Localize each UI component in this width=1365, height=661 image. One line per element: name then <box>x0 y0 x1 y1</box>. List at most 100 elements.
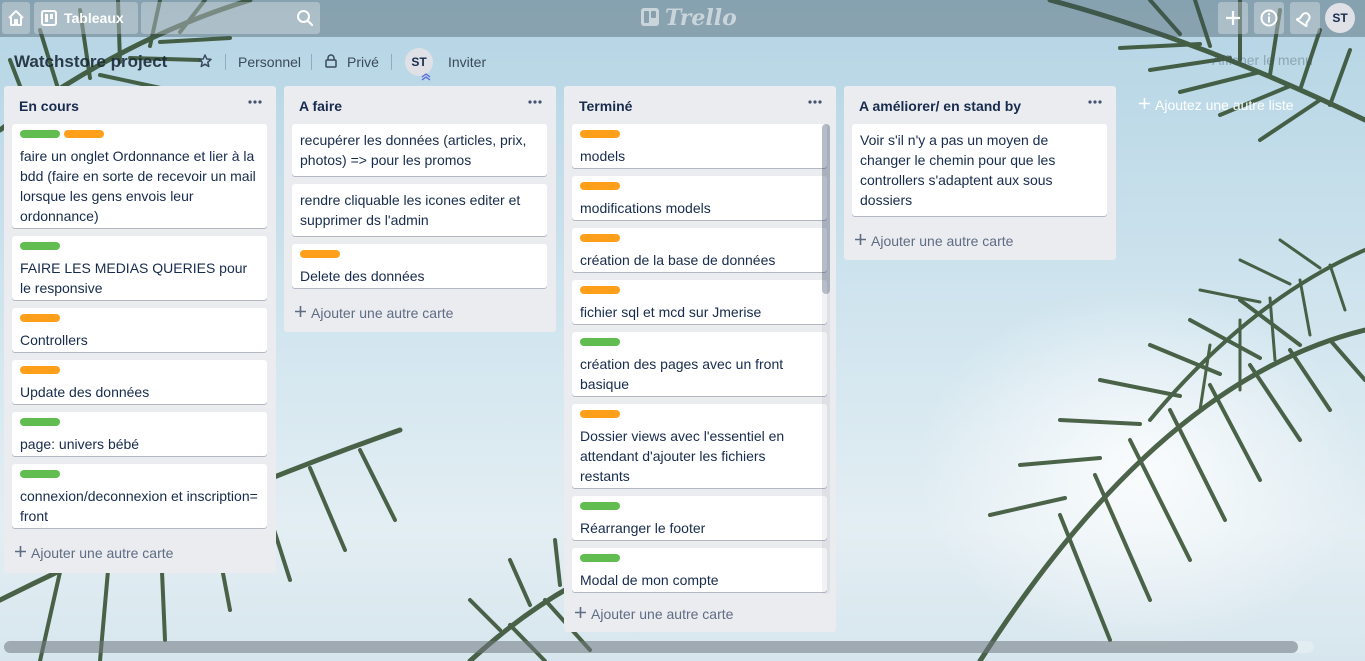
card-labels <box>580 234 819 242</box>
label-green[interactable] <box>20 470 60 478</box>
card-title: Voir s'il n'y a pas un moyen de changer … <box>860 132 1056 208</box>
label-orange[interactable] <box>580 410 620 418</box>
search-icon[interactable] <box>296 9 314 30</box>
card[interactable]: FAIRE LES MEDIAS QUERIES pour le respons… <box>12 236 267 300</box>
list-title[interactable]: En cours <box>19 98 79 114</box>
card-title: Dossier views avec l'essentiel en attend… <box>580 428 785 484</box>
add-card-button[interactable]: Ajouter une autre carte <box>854 233 1013 249</box>
list-menu-icon[interactable] <box>524 91 546 113</box>
card[interactable]: modifications models <box>572 176 827 220</box>
card-labels <box>20 130 259 138</box>
card[interactable]: Réarranger le footer <box>572 496 827 540</box>
label-orange[interactable] <box>580 182 620 190</box>
card-title: fichier sql et mcd sur Jmerise <box>580 304 762 320</box>
card-title: recupérer les données (articles, prix, p… <box>300 132 527 168</box>
search-input[interactable] <box>141 2 320 34</box>
card[interactable]: Delete des données <box>292 244 547 288</box>
card[interactable]: rendre cliquable les icones editer et su… <box>292 184 547 236</box>
card-title: Modal de mon compte <box>580 572 719 588</box>
list-termine: Terminé models modifications models créa… <box>564 86 836 632</box>
lock-icon <box>325 54 337 71</box>
list-menu-icon[interactable] <box>1084 91 1106 113</box>
label-green[interactable] <box>580 338 620 346</box>
card-title: Réarranger le footer <box>580 520 706 536</box>
card[interactable]: faire un onglet Ordonnance et lier à la … <box>12 124 267 228</box>
list-header: A améliorer/ en stand by <box>844 86 1116 124</box>
add-list-button[interactable]: Ajoutez une autre liste <box>1138 97 1294 113</box>
boards-button[interactable]: Tableaux <box>34 2 138 34</box>
list-title[interactable]: A améliorer/ en stand by <box>859 98 1021 114</box>
list-menu-icon[interactable] <box>244 91 266 113</box>
add-card-button[interactable]: Ajouter une autre carte <box>14 545 173 561</box>
card-labels <box>20 242 259 250</box>
label-orange[interactable] <box>20 314 60 322</box>
bell-icon <box>1296 9 1314 27</box>
admin-chevron-icon <box>421 68 431 84</box>
list-en-cours: En cours faire un onglet Ordonnance et l… <box>4 86 276 573</box>
label-orange[interactable] <box>580 130 620 138</box>
plus-icon <box>294 305 307 321</box>
invite-button[interactable]: Inviter <box>448 54 486 70</box>
home-icon <box>7 9 25 27</box>
list-menu-icon[interactable] <box>804 91 826 113</box>
boards-icon <box>41 10 57 26</box>
label-orange[interactable] <box>20 366 60 374</box>
card[interactable]: fichier sql et mcd sur Jmerise <box>572 280 827 324</box>
trello-logo-icon <box>640 7 660 30</box>
label-green[interactable] <box>20 130 60 138</box>
card[interactable]: création des pages avec un front basique <box>572 332 827 396</box>
card-title: Controllers <box>20 332 88 348</box>
label-green[interactable] <box>580 554 620 562</box>
plus-icon <box>574 606 587 622</box>
card-title: Update des données <box>20 384 150 400</box>
list-header: En cours <box>4 86 276 124</box>
card-title: création de la base de données <box>580 252 776 268</box>
card[interactable]: Modal de mon compte <box>572 548 827 592</box>
create-button[interactable] <box>1218 2 1248 34</box>
card-title: page: univers bébé <box>20 436 140 452</box>
label-green[interactable] <box>20 418 60 426</box>
list-title[interactable]: A faire <box>299 98 342 114</box>
card[interactable]: Update des données <box>12 360 267 404</box>
add-card-button[interactable]: Ajouter une autre carte <box>574 606 733 622</box>
card[interactable]: création de la base de données <box>572 228 827 272</box>
card-title: modifications models <box>580 200 711 216</box>
card[interactable]: Voir s'il n'y a pas un moyen de changer … <box>852 124 1107 216</box>
board-title[interactable]: Watchstore project <box>14 52 167 72</box>
label-green[interactable] <box>20 242 60 250</box>
label-orange[interactable] <box>580 234 620 242</box>
label-orange[interactable] <box>580 286 620 294</box>
team-label[interactable]: Personnel <box>238 54 301 70</box>
label-orange[interactable] <box>64 130 104 138</box>
label-green[interactable] <box>580 502 620 510</box>
card[interactable]: page: univers bébé <box>12 412 267 456</box>
divider <box>311 54 312 70</box>
card[interactable]: models <box>572 124 827 168</box>
visibility-label[interactable]: Privé <box>347 54 379 70</box>
user-avatar[interactable]: ST <box>1325 3 1355 33</box>
list-title[interactable]: Terminé <box>579 98 632 114</box>
star-icon[interactable] <box>198 54 212 71</box>
board-scrollbar-thumb[interactable] <box>4 641 1298 653</box>
list-scrollbar-thumb[interactable] <box>822 124 830 294</box>
plus-icon <box>854 233 867 249</box>
notifications-button[interactable] <box>1290 2 1320 34</box>
card-labels <box>580 286 819 294</box>
card[interactable]: connexion/deconnexion et inscription= fr… <box>12 464 267 528</box>
list-a-faire: A faire recupérer les données (articles,… <box>284 86 556 332</box>
card-title: FAIRE LES MEDIAS QUERIES pour le respons… <box>20 260 248 296</box>
card[interactable]: recupérer les données (articles, prix, p… <box>292 124 547 176</box>
add-card-button[interactable]: Ajouter une autre carte <box>294 305 453 321</box>
add-card-label: Ajouter une autre carte <box>311 305 454 321</box>
info-button[interactable] <box>1254 2 1284 34</box>
show-menu-button[interactable]: Afficher le menu <box>1212 52 1313 68</box>
label-orange[interactable] <box>300 250 340 258</box>
card[interactable]: Controllers <box>12 308 267 352</box>
card-title: rendre cliquable les icones editer et su… <box>300 192 521 228</box>
search-box[interactable] <box>141 2 320 34</box>
trello-logo[interactable]: Trello <box>640 5 737 31</box>
card[interactable]: Dossier views avec l'essentiel en attend… <box>572 404 827 488</box>
card-labels <box>580 502 819 510</box>
card-title: faire un onglet Ordonnance et lier à la … <box>20 148 256 224</box>
home-button[interactable] <box>2 2 30 34</box>
